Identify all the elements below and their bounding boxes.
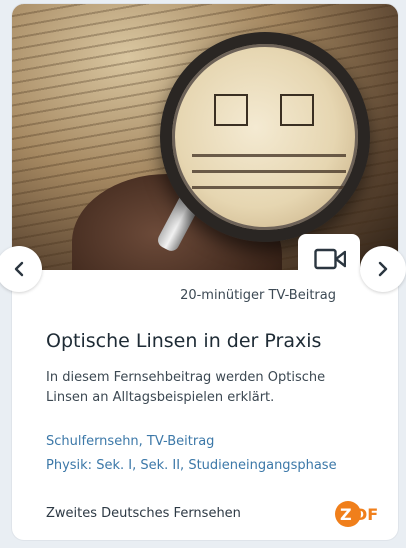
video-camera-icon [314, 248, 346, 270]
svg-text:DF: DF [354, 505, 378, 524]
media-title[interactable]: Optische Linsen in der Praxis [46, 330, 321, 352]
media-card[interactable]: 20-minütiger TV-Beitrag Optische Linsen … [12, 4, 398, 540]
carousel-next-button[interactable] [360, 246, 406, 292]
zdf-logo: Z DF [335, 501, 378, 527]
svg-text:Z: Z [340, 505, 352, 524]
chevron-right-icon [378, 261, 388, 277]
media-description: In diesem Fernsehbeitrag werden Optische… [46, 370, 326, 405]
publisher-name: Zweites Deutsches Fernsehen [46, 506, 241, 521]
hero-image-magnifying-glass [12, 4, 398, 270]
tag-link-format[interactable]: Schulfernsehn, TV-Beitrag [46, 434, 214, 449]
duration-label: 20-minütiger TV-Beitrag [180, 288, 336, 303]
tag-link-subject[interactable]: Physik: Sek. I, Sek. II, Studieneingangs… [46, 458, 337, 473]
media-type-badge [298, 234, 360, 286]
chevron-left-icon [14, 261, 24, 277]
